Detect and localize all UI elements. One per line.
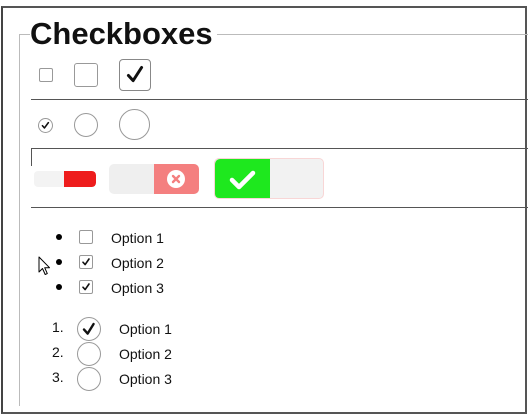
row-divider-tick	[31, 148, 32, 166]
list-number: 3.	[52, 369, 64, 385]
list-checkbox-2[interactable]	[79, 255, 93, 269]
bullet	[56, 284, 62, 290]
list-item-label: Option 2	[111, 255, 164, 271]
bullet	[56, 259, 62, 265]
page-title: Checkboxes	[30, 14, 217, 54]
list-number: 2.	[52, 344, 64, 360]
x-icon	[167, 170, 185, 188]
radio-large[interactable]	[119, 109, 150, 140]
radio-small[interactable]	[38, 118, 53, 133]
check-icon	[41, 121, 50, 129]
check-icon	[82, 322, 95, 335]
list-checkbox-1[interactable]	[79, 230, 93, 244]
toggle-medium[interactable]	[109, 164, 199, 194]
check-icon	[229, 170, 256, 190]
check-icon	[82, 258, 90, 266]
toggle-fill	[64, 171, 96, 187]
numbered-radio-2[interactable]	[77, 342, 101, 366]
list-number: 1.	[52, 319, 64, 335]
toggle-small[interactable]	[34, 171, 96, 187]
row-divider	[31, 207, 528, 208]
row-divider	[31, 148, 528, 149]
list-checkbox-3[interactable]	[79, 280, 93, 294]
list-item-label: Option 1	[111, 230, 164, 246]
bullet	[56, 234, 62, 240]
list-item-label: Option 3	[111, 280, 164, 296]
mouse-pointer-icon	[38, 256, 50, 275]
checkbox-large[interactable]	[119, 59, 151, 91]
numbered-radio-1[interactable]	[77, 317, 101, 341]
check-icon	[126, 66, 144, 83]
toggle-large[interactable]	[214, 158, 324, 199]
numbered-radio-3[interactable]	[77, 367, 101, 391]
checkbox-small[interactable]	[39, 68, 53, 82]
list-item-label: Option 2	[119, 346, 172, 362]
row-divider	[31, 99, 528, 100]
check-icon	[82, 283, 90, 291]
list-item-label: Option 3	[119, 371, 172, 387]
toggle-fill	[215, 159, 270, 198]
list-item-label: Option 1	[119, 321, 172, 337]
checkbox-medium[interactable]	[74, 63, 98, 87]
radio-medium[interactable]	[74, 113, 98, 137]
